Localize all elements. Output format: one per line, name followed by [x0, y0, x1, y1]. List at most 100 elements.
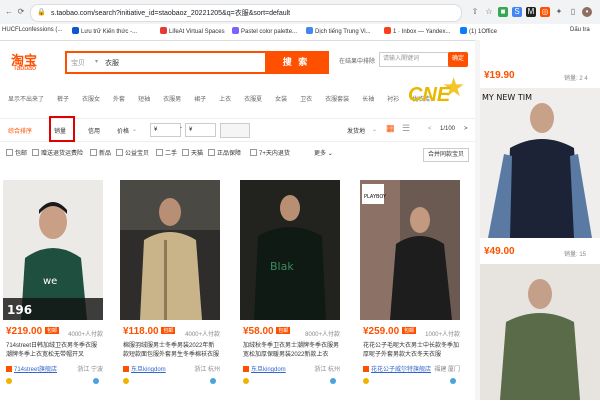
search-button[interactable]: 搜 索 — [265, 53, 327, 72]
product-photo: Blak — [240, 180, 340, 320]
product-photo — [120, 180, 220, 320]
bookmark-favicon-icon — [460, 27, 467, 34]
checkbox-icon[interactable] — [208, 149, 215, 156]
product-title[interactable]: 714street日韩加绒卫衣男冬季衣服潮牌冬季上衣宽松无带帽开叉 — [6, 342, 103, 360]
hot-word[interactable]: 衣服夏 — [244, 97, 262, 103]
hot-word[interactable]: 显示不出来了 — [8, 97, 44, 103]
product-card[interactable]: ¥118.00 包邮 4000+人付款 棉服羽绒服男士冬季男装2022年新款短款… — [120, 180, 220, 396]
price-range-bar[interactable] — [220, 123, 250, 138]
store-link[interactable]: 714street旗舰店 — [6, 364, 57, 373]
search-scope-select[interactable]: 宝贝 — [71, 58, 85, 68]
hot-word[interactable]: 裤子 — [57, 97, 69, 103]
gold-seller-icon — [123, 378, 129, 384]
checkbox-icon[interactable] — [90, 149, 97, 156]
hot-word[interactable]: 衣服套装 — [325, 97, 349, 103]
prev-page-button[interactable]: < — [428, 126, 432, 132]
filter-7day-return[interactable]: 7+天内退货 — [250, 148, 290, 157]
filter-new[interactable]: 新品 — [90, 148, 111, 157]
bookmark-item[interactable]: Lưu trữ Kiến thức -... — [72, 27, 137, 35]
bookmark-item[interactable]: 1 · Inbox — Yandex... — [384, 27, 450, 35]
bookmark-item[interactable]: LifeAt Virtual Spaces — [160, 27, 225, 35]
store-link[interactable]: 东旦kingdom — [243, 364, 286, 373]
bookmark-item[interactable]: Pastel color palette... — [232, 27, 297, 35]
hot-word[interactable]: 短袖 — [138, 97, 150, 103]
hot-word[interactable]: 外套 — [113, 97, 125, 103]
filter-return-insurance[interactable]: 赠送退货运费险 — [32, 148, 83, 157]
chat-icon[interactable] — [210, 378, 216, 384]
price-to-input[interactable]: ¥ — [185, 123, 216, 137]
filter-genuine[interactable]: 正品保障 — [208, 148, 241, 157]
bookmark-item[interactable]: (1) 1Office — [460, 27, 497, 35]
price-from-input[interactable]: ¥ — [150, 123, 181, 137]
ship-from-select[interactable]: 发货地 — [347, 126, 365, 135]
checkbox-icon[interactable] — [156, 149, 163, 156]
merge-same-button[interactable]: 合并同款宝贝 — [423, 148, 469, 162]
list-view-icon[interactable]: ☰ — [402, 123, 410, 134]
product-location: 浙江 宁波 — [77, 367, 103, 373]
lock-icon: 🔒 — [37, 9, 46, 16]
product-title[interactable]: 花花公子毛呢大衣男士中长款冬季加厚呢子外套男款大衣冬天衣服 — [363, 342, 460, 360]
sub-search-ok-button[interactable]: 确定 — [448, 52, 468, 67]
back-arrow-icon[interactable]: ← — [4, 7, 14, 17]
checkbox-icon[interactable] — [116, 149, 123, 156]
hot-word[interactable]: 衬衫 — [387, 97, 399, 103]
filter-charity[interactable]: 公益宝贝 — [116, 148, 149, 157]
filter-secondhand[interactable]: 二手 — [156, 148, 177, 157]
checkbox-icon[interactable] — [250, 149, 257, 156]
hot-word[interactable]: 衣服男 — [163, 97, 181, 103]
rec-image[interactable]: MY NEW TIM — [480, 88, 600, 238]
product-title[interactable]: 加绒秋冬季卫衣男士潮牌冬季衣服男宽松加厚保暖男装2022新款上衣 — [243, 342, 340, 360]
free-shipping-badge: 包邮 — [44, 327, 59, 334]
hot-word[interactable]: 卫衣 — [300, 97, 312, 103]
sort-credit[interactable]: 信用 — [88, 126, 100, 135]
chat-icon[interactable] — [330, 378, 336, 384]
bookmark-item[interactable]: Dịch tiếng Trung Vi... — [306, 27, 371, 35]
hot-word[interactable]: 女装 — [275, 97, 287, 103]
next-page-button[interactable]: > — [464, 126, 468, 132]
address-bar[interactable]: 🔒 s.taobao.com/search?initiative_id=stao… — [30, 4, 462, 22]
share-icon[interactable]: ⇧ — [470, 7, 480, 17]
product-image[interactable]: Blak — [240, 180, 340, 320]
bookmark-item[interactable]: Dấu tra — [570, 27, 590, 33]
checkbox-icon[interactable] — [182, 149, 189, 156]
store-link[interactable]: 花花公子威尔特旗舰店 — [363, 364, 431, 373]
free-shipping-badge: 包邮 — [276, 327, 291, 334]
checkbox-icon[interactable] — [6, 149, 13, 156]
product-image[interactable] — [120, 180, 220, 320]
product-image[interactable]: we 196 — [3, 180, 103, 320]
filter-free-shipping[interactable]: 包邮 — [6, 148, 27, 157]
chat-icon[interactable] — [93, 378, 99, 384]
hot-word[interactable]: 长袖 — [362, 97, 374, 103]
product-card[interactable]: we 196 ¥219.00 包邮 4000+人付款 714street日韩加绒… — [3, 180, 103, 396]
grid-view-icon[interactable]: ▦ — [386, 123, 395, 134]
browser-toolbar: ← ⟳ 🔒 s.taobao.com/search?initiative_id=… — [0, 0, 600, 24]
sidebar-icon[interactable]: ▯ — [568, 7, 578, 17]
extension-icon[interactable]: ◎ — [540, 7, 550, 17]
filter-bar: 包邮 赠送退货运费险 新品 公益宝贝 二手 天猫 正品保障 7+天内退货 更多 … — [0, 144, 475, 162]
sort-default[interactable]: 综合排序 — [8, 126, 32, 135]
puzzle-icon[interactable]: ✦ — [554, 7, 564, 17]
bookmark-item[interactable]: HUCFLconfessions (... — [2, 27, 62, 33]
chat-icon[interactable] — [450, 378, 456, 384]
sub-search-input[interactable]: 请输入関键词 — [379, 52, 449, 67]
rec-image[interactable] — [480, 264, 600, 400]
hot-word[interactable]: 裙子 — [194, 97, 206, 103]
checkbox-icon[interactable] — [32, 149, 39, 156]
hot-word[interactable]: 衣服女 — [82, 97, 100, 103]
filter-more[interactable]: 更多 ⌄ — [314, 148, 333, 157]
sort-price[interactable]: 价格 — [117, 126, 129, 135]
product-card[interactable]: PLAYBOY ¥259.00 包邮 1000+人付款 花花公子毛呢大衣男士中长… — [360, 180, 460, 396]
filter-tmall[interactable]: 天猫 — [182, 148, 203, 157]
search-input[interactable]: 衣服 — [105, 58, 119, 68]
product-image[interactable]: PLAYBOY — [360, 180, 460, 320]
product-card[interactable]: Blak ¥58.00 包邮 8000+人付款 加绒秋冬季卫衣男士潮牌冬季衣服男… — [240, 180, 340, 396]
extension-icon[interactable]: ■ — [498, 7, 508, 17]
hot-word[interactable]: 上衣 — [219, 97, 231, 103]
product-title[interactable]: 棉服羽绒服男士冬季男装2022年新款短款面包服外套男生冬季棉袄衣服 — [123, 342, 220, 360]
profile-avatar[interactable]: • — [582, 7, 592, 17]
extension-icon[interactable]: S — [512, 7, 522, 17]
bookmark-star-icon[interactable]: ☆ — [484, 7, 494, 17]
reload-icon[interactable]: ⟳ — [16, 7, 26, 17]
store-link[interactable]: 东旦kingdom — [123, 364, 166, 373]
extension-icon[interactable]: M — [526, 7, 536, 17]
